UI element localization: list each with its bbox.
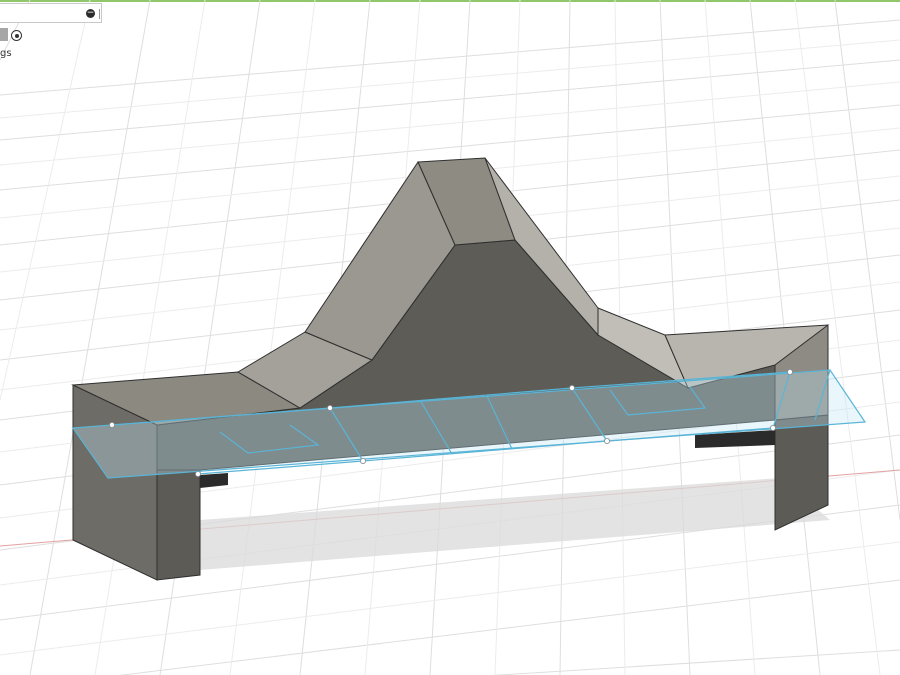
- browser-item-label[interactable]: gs: [0, 48, 12, 59]
- ground-shadow: [200, 478, 830, 570]
- plane-handle[interactable]: [359, 457, 366, 464]
- plane-handle[interactable]: [569, 384, 576, 391]
- plane-handle[interactable]: [109, 421, 116, 428]
- plane-handle[interactable]: [770, 424, 777, 431]
- browser-panel-header[interactable]: −: [0, 3, 102, 23]
- canvas-viewport[interactable]: [0, 0, 900, 675]
- color-swatch[interactable]: [0, 28, 8, 41]
- minus-circle-icon[interactable]: −: [86, 9, 95, 18]
- panel-resize-grip[interactable]: [99, 9, 100, 19]
- plane-handle[interactable]: [326, 404, 333, 411]
- plane-handle[interactable]: [604, 437, 611, 444]
- plane-handle[interactable]: [787, 368, 794, 375]
- radio-selected-icon[interactable]: [11, 30, 22, 41]
- left-tab: [200, 473, 228, 488]
- plane-handle[interactable]: [194, 470, 201, 477]
